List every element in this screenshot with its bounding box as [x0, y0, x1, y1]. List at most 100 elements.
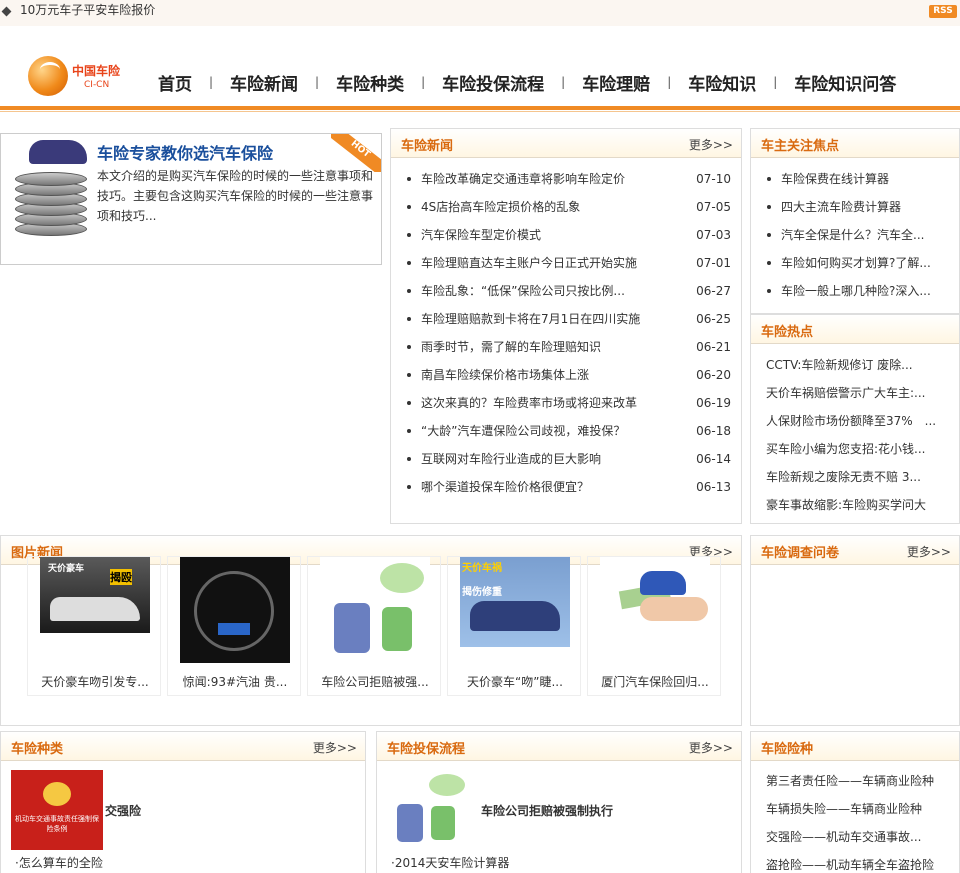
- photo-news-box: 图片新闻 更多>> 天价豪车 揭殴 天价豪车吻引发专... 惊闻:93#汽油 贵…: [0, 535, 742, 726]
- process-more-link[interactable]: 更多>>: [689, 739, 733, 756]
- types-more-link[interactable]: 更多>>: [313, 739, 357, 756]
- ferrari-image: 天价豪车 揭殴: [40, 557, 150, 633]
- feature-article: 车险专家教你选汽车保险 本文介绍的是购买汽车保险的时候的一些注意事项和技巧。主要…: [0, 133, 382, 265]
- traffic-insurance-document-image[interactable]: 机动车交通事故责任强制保险条例: [11, 770, 103, 850]
- list-item[interactable]: 车险理赔赔款到卡将在7月1日在四川实施 06-25: [391, 305, 741, 333]
- photo-caption[interactable]: 惊闻:93#汽油 贵...: [168, 673, 302, 690]
- top-bar: 10万元车子平安车险报价 RSS: [0, 0, 960, 26]
- process-sub-link[interactable]: ·2014天安车险计算器: [391, 854, 509, 871]
- news-box: 车险新闻 更多>> 车险改革确定交通违章将影响车险定价 07-10 4S店抬高车险…: [390, 128, 742, 524]
- list-item[interactable]: 车险保费在线计算器: [751, 165, 959, 193]
- photo-item[interactable]: 天价车祸 揭伤修重 天价豪车“吻”睫...: [447, 556, 581, 696]
- logo-name: 中国车险: [72, 64, 121, 78]
- nav-claims[interactable]: 车险理赔: [582, 70, 650, 95]
- hot-header: 车险热点: [751, 315, 959, 344]
- feature-desc: 本文介绍的是购买汽车保险的时候的一些注意事项和技巧。主要包含这购买汽车保险的时候…: [97, 169, 374, 223]
- feature-title[interactable]: 车险专家教你选汽车保险: [97, 140, 273, 164]
- hot-label: HOT: [331, 134, 381, 172]
- process-header: 车险投保流程 更多>>: [377, 732, 741, 761]
- list-item[interactable]: 哪个渠道投保车险价格很便宜？ 06-13: [391, 473, 741, 501]
- dashboard-image: [180, 557, 290, 663]
- hot-title[interactable]: 车险热点: [761, 321, 813, 340]
- news-more-link[interactable]: 更多>>: [689, 136, 733, 153]
- focus-box: 车主关注焦点 车险保费在线计算器 四大主流车险费计算器 汽车全保是什么？汽车全.…: [750, 128, 960, 314]
- types-title[interactable]: 车险种类: [11, 738, 63, 757]
- list-item[interactable]: 盗抢险——机动车辆全车盗抢险: [751, 851, 959, 873]
- list-item[interactable]: 车险新规之废除无责不赔 3...: [751, 463, 959, 491]
- list-item[interactable]: 车险改革确定交通违章将影响车险定价 07-10: [391, 165, 741, 193]
- photo-item[interactable]: 厦门汽车保险回归...: [587, 556, 721, 696]
- list-item[interactable]: “大龄”汽车遭保险公司歧视，难投保？ 06-18: [391, 417, 741, 445]
- types-feature-link[interactable]: 交强险: [105, 802, 141, 819]
- list-item[interactable]: 汽车全保是什么？汽车全...: [751, 221, 959, 249]
- list-item[interactable]: 车辆损失险——车辆商业险种: [751, 795, 959, 823]
- hot-box: 车险热点 CCTV:车险新规修订 废除... 天价车祸赔偿警示广大车主:... …: [750, 314, 960, 524]
- process-title[interactable]: 车险投保流程: [387, 738, 465, 757]
- claim-cartoon-image[interactable]: [389, 772, 469, 848]
- list-item[interactable]: 雨季时节，需了解的车险理赔知识 06-21: [391, 333, 741, 361]
- nav-news[interactable]: 车险新闻: [230, 70, 298, 95]
- feature-image[interactable]: [11, 138, 91, 236]
- focus-list: 车险保费在线计算器 四大主流车险费计算器 汽车全保是什么？汽车全... 车险如何…: [751, 165, 959, 305]
- kinds-box: 车险险种 第三者责任险——车辆商业险种 车辆损失险——车辆商业险种 交强险——机…: [750, 731, 960, 873]
- list-item[interactable]: 这次来真的？车险费率市场或将迎来改革 06-19: [391, 389, 741, 417]
- kinds-header: 车险险种: [751, 732, 959, 761]
- list-item[interactable]: 四大主流车险费计算器: [751, 193, 959, 221]
- list-item[interactable]: 买车险小编为您支招:花小钱...: [751, 435, 959, 463]
- list-item[interactable]: 互联网对车险行业造成的巨大影响 06-14: [391, 445, 741, 473]
- list-item[interactable]: 交强险——机动车交通事故...: [751, 823, 959, 851]
- news-list: 车险改革确定交通违章将影响车险定价 07-10 4S店抬高车险定损价格的乱象 07-…: [391, 165, 741, 501]
- photo-caption[interactable]: 车险公司拒赔被强...: [308, 673, 442, 690]
- types-header: 车险种类 更多>>: [1, 732, 365, 761]
- focus-header: 车主关注焦点: [751, 129, 959, 158]
- nav-separator: |: [315, 75, 320, 89]
- survey-box: 车险调查问卷 更多>>: [750, 535, 960, 726]
- survey-title[interactable]: 车险调查问卷: [761, 542, 839, 561]
- nav-qa[interactable]: 车险知识问答: [794, 70, 896, 95]
- nav-separator: |: [773, 75, 778, 89]
- logo-ball-icon: [28, 56, 68, 96]
- kinds-title[interactable]: 车险险种: [761, 738, 813, 757]
- list-item[interactable]: CCTV:车险新规修订 废除...: [751, 351, 959, 379]
- process-feature-link[interactable]: 车险公司拒赔被强制执行: [481, 802, 613, 819]
- list-item[interactable]: 车险如何购买才划算?了解...: [751, 249, 959, 277]
- rss-icon[interactable]: RSS: [929, 5, 957, 18]
- bullet-icon: [1, 6, 12, 17]
- news-title[interactable]: 车险新闻: [401, 135, 453, 154]
- nav-separator: |: [561, 75, 566, 89]
- list-item[interactable]: 人保财险市场份额降至37% ...: [751, 407, 959, 435]
- nav-types[interactable]: 车险种类: [336, 70, 404, 95]
- photo-caption[interactable]: 厦门汽车保险回归...: [588, 673, 722, 690]
- list-item[interactable]: 南昌车险续保价格市场集体上涨 06-20: [391, 361, 741, 389]
- car-in-hand-image: [600, 557, 710, 663]
- news-header: 车险新闻 更多>>: [391, 129, 741, 158]
- survey-header: 车险调查问卷 更多>>: [751, 536, 959, 565]
- list-item[interactable]: 汽车保险车型定价模式 07-03: [391, 221, 741, 249]
- list-item[interactable]: 车险理赔直达车主账户今日正式开始实施 07-01: [391, 249, 741, 277]
- nav-knowledge[interactable]: 车险知识: [688, 70, 756, 95]
- list-item[interactable]: 4S店抬高车险定损价格的乱象 07-05: [391, 193, 741, 221]
- photo-caption[interactable]: 天价豪车吻引发专...: [28, 673, 162, 690]
- nav-separator: |: [421, 75, 426, 89]
- photo-item[interactable]: 车险公司拒赔被强...: [307, 556, 441, 696]
- nav-process[interactable]: 车险投保流程: [442, 70, 544, 95]
- photo-item[interactable]: 惊闻:93#汽油 贵...: [167, 556, 301, 696]
- nav-home[interactable]: 首页: [158, 70, 192, 95]
- ticker-link[interactable]: 10万元车子平安车险报价: [20, 1, 155, 18]
- photo-item[interactable]: 天价豪车 揭殴 天价豪车吻引发专...: [27, 556, 161, 696]
- hot-ribbon-icon: HOT: [331, 134, 381, 172]
- rolls-royce-image: 天价车祸 揭伤修重: [460, 557, 570, 647]
- survey-more-link[interactable]: 更多>>: [907, 543, 951, 560]
- list-item[interactable]: 第三者责任险——车辆商业险种: [751, 767, 959, 795]
- nav-separator: |: [667, 75, 672, 89]
- photo-caption[interactable]: 天价豪车“吻”睫...: [448, 673, 582, 690]
- types-sub-link[interactable]: ·怎么算车的全险: [15, 854, 103, 871]
- list-item[interactable]: 天价车祸赔偿警示广大车主:...: [751, 379, 959, 407]
- main-nav: 首页 | 车险新闻 | 车险种类 | 车险投保流程 | 车险理赔 | 车险知识 …: [158, 70, 896, 95]
- list-item[interactable]: 车险一般上哪几种险?深入...: [751, 277, 959, 305]
- list-item[interactable]: 豪车事故缩影:车险购买学问大: [751, 491, 959, 519]
- kinds-list: 第三者责任险——车辆商业险种 车辆损失险——车辆商业险种 交强险——机动车交通事…: [751, 767, 959, 873]
- site-logo[interactable]: 中国车险 CI-CN: [28, 56, 128, 98]
- list-item[interactable]: 车险乱象：“低保”保险公司只按比例... 06-27: [391, 277, 741, 305]
- focus-title[interactable]: 车主关注焦点: [761, 135, 839, 154]
